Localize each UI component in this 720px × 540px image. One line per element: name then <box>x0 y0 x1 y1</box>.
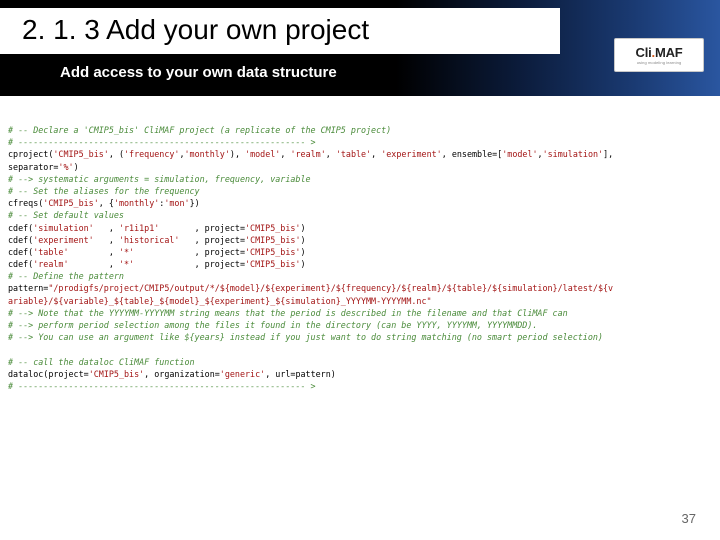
code-comment: # --> systematic arguments = simulation,… <box>8 174 311 184</box>
code-str: 'CMIP5_bis' <box>43 198 98 208</box>
code-text: ], <box>603 149 613 159</box>
code-str: 'monthly' <box>185 149 230 159</box>
code-text: , <box>94 235 119 245</box>
code-text: ) <box>300 259 305 269</box>
code-str: 'mon' <box>164 198 189 208</box>
code-str: 'realm' <box>33 259 68 269</box>
code-text: ) <box>301 235 306 245</box>
code-fn: cfreqs( <box>8 198 43 208</box>
code-text: ) <box>300 247 305 257</box>
code-str: 'monthly' <box>114 198 159 208</box>
code-text: , ensemble=[ <box>442 149 503 159</box>
code-comment: # -- call the dataloc CliMAF function <box>8 357 195 367</box>
code-str: "/prodigfs/project/CMIP5/output/*/${mode… <box>48 283 613 293</box>
code-str: '*' <box>119 247 134 257</box>
code-comment: # -- Define the pattern <box>8 271 124 281</box>
code-fn: dataloc(project= <box>8 369 89 379</box>
code-text: pattern= <box>8 283 48 293</box>
code-text: , project= <box>179 235 245 245</box>
logo-text: Cli.MAF <box>636 45 683 60</box>
code-text: , <box>69 259 119 269</box>
slide-title: 2. 1. 3 Add your own project <box>0 8 560 54</box>
code-comment: # -- Set the aliases for the frequency <box>8 186 200 196</box>
code-str: 'simulation' <box>543 149 604 159</box>
code-text: , project= <box>134 259 245 269</box>
code-str: 'CMIP5_bis' <box>245 223 300 233</box>
logo-suffix: MAF <box>655 45 683 60</box>
code-text: separator= <box>8 162 58 172</box>
code-str: '*' <box>119 259 134 269</box>
logo-tagline: using modeling learning <box>637 60 682 65</box>
code-comment: # --> Note that the YYYYMM-YYYYMM string… <box>8 308 568 318</box>
code-text: , { <box>99 198 114 208</box>
logo-prefix: Cli <box>636 45 652 60</box>
code-str: 'CMIP5_bis' <box>89 369 144 379</box>
slide-subtitle: Add access to your own data structure <box>0 54 720 81</box>
code-text: , project= <box>159 223 245 233</box>
code-str: '%' <box>58 162 73 172</box>
code-text: , url=pattern) <box>265 369 336 379</box>
code-str: 'CMIP5_bis' <box>245 259 300 269</box>
code-text: , ( <box>109 149 124 159</box>
code-fn: cdef( <box>8 259 33 269</box>
page-number: 37 <box>682 511 696 526</box>
code-str: 'CMIP5_bis' <box>245 235 300 245</box>
code-str: 'experiment' <box>33 235 94 245</box>
code-text: , <box>280 149 290 159</box>
code-str: 'CMIP5_bis' <box>53 149 108 159</box>
code-str: 'historical' <box>119 235 180 245</box>
code-comment: # --------------------------------------… <box>8 381 316 391</box>
code-text: ) <box>74 162 79 172</box>
code-text: , organization= <box>144 369 220 379</box>
code-str: ariable}/${variable}_${table}_${model}_$… <box>8 296 432 306</box>
slide-header: 2. 1. 3 Add your own project Add access … <box>0 0 720 96</box>
code-str: 'table' <box>33 247 68 257</box>
code-str: 'generic' <box>220 369 265 379</box>
code-text: , project= <box>134 247 245 257</box>
code-str: 'realm' <box>290 149 325 159</box>
code-comment: # --> You can use an argument like ${yea… <box>8 332 603 342</box>
code-block: # -- Declare a 'CMIP5_bis' CliMAF projec… <box>0 96 720 392</box>
code-fn: cdef( <box>8 223 33 233</box>
title-text: Add your own project <box>106 14 369 45</box>
code-text: , <box>371 149 381 159</box>
code-fn: cdef( <box>8 247 33 257</box>
climaf-logo: Cli.MAF using modeling learning <box>614 38 704 72</box>
code-text: , <box>326 149 336 159</box>
code-text: , <box>69 247 119 257</box>
code-str: 'r1i1p1' <box>119 223 159 233</box>
slide: 2. 1. 3 Add your own project Add access … <box>0 0 720 540</box>
code-text: }) <box>190 198 200 208</box>
code-comment: # -- Declare a 'CMIP5_bis' CliMAF projec… <box>8 125 391 135</box>
code-str: 'table' <box>336 149 371 159</box>
code-fn: cproject( <box>8 149 53 159</box>
code-str: 'experiment' <box>381 149 442 159</box>
code-comment: # -- Set default values <box>8 210 124 220</box>
code-comment: # --> perform period selection among the… <box>8 320 537 330</box>
code-str: 'CMIP5_bis' <box>245 247 300 257</box>
code-text: , <box>94 223 119 233</box>
section-number: 2. 1. 3 <box>22 14 100 45</box>
code-comment: # --------------------------------------… <box>8 137 316 147</box>
code-str: 'model' <box>245 149 280 159</box>
code-text: ) <box>300 223 305 233</box>
code-str: 'frequency' <box>124 149 179 159</box>
code-text: ), <box>230 149 245 159</box>
code-str: 'simulation' <box>33 223 94 233</box>
code-str: 'model' <box>502 149 537 159</box>
code-fn: cdef( <box>8 235 33 245</box>
